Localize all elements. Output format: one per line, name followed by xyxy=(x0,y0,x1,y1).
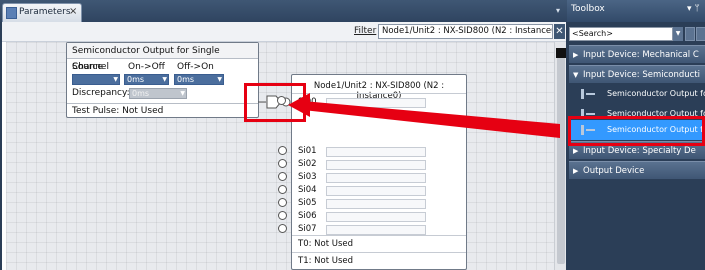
highlight-arrow xyxy=(288,93,560,138)
